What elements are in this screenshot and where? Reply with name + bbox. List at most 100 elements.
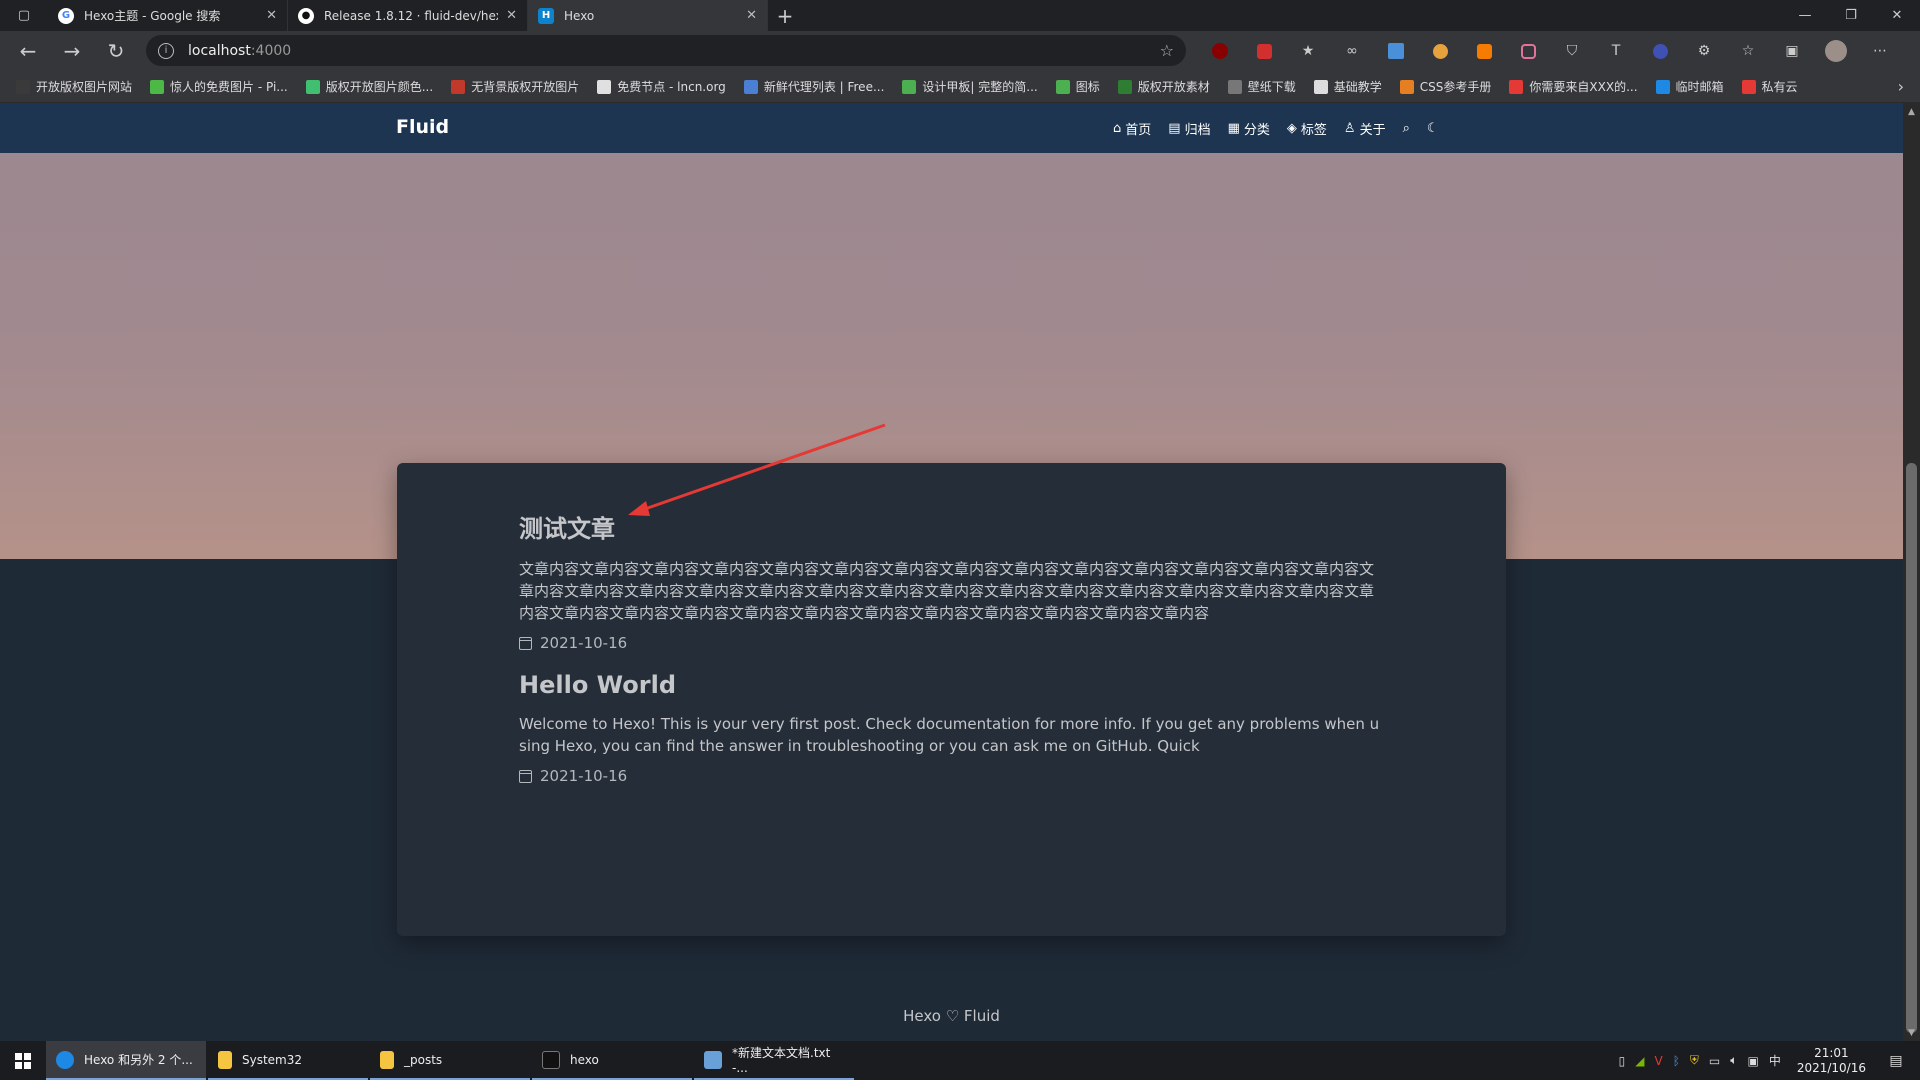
shield-extension-icon[interactable]: ⛉ <box>1557 37 1587 65</box>
browser-tab[interactable]: ● Release 1.8.12 · fluid-dev/hexo-t ✕ <box>288 0 528 31</box>
site-info-icon[interactable]: i <box>158 42 174 59</box>
bookmarks-overflow-icon[interactable]: › <box>1898 77 1904 96</box>
translate-extension-icon[interactable] <box>1381 37 1411 65</box>
taskbar-app-notepad[interactable]: *新建文本文档.txt -... <box>694 1041 854 1080</box>
close-window-button[interactable]: ✕ <box>1874 0 1920 31</box>
add-favorite-icon[interactable]: ☆ <box>1160 41 1174 60</box>
k-extension-icon[interactable] <box>1645 37 1675 65</box>
dark-mode-toggle[interactable]: ☾ <box>1427 121 1439 136</box>
bookmark-item[interactable]: 版权开放图片颜色... <box>305 78 433 95</box>
system-clock[interactable]: 21:01 2021/10/16 <box>1797 1046 1866 1076</box>
forward-button[interactable]: → <box>50 35 94 67</box>
post-excerpt[interactable]: 文章内容文章内容文章内容文章内容文章内容文章内容文章内容文章内容文章内容文章内容… <box>519 558 1385 624</box>
post-title[interactable]: Hello World <box>519 671 1385 699</box>
bookmark-favicon-icon <box>1399 79 1414 94</box>
post-excerpt[interactable]: Welcome to Hexo! This is your very first… <box>519 713 1385 757</box>
nvidia-icon[interactable]: ◢ <box>1635 1054 1644 1068</box>
notification-center-icon[interactable]: ▤ <box>1884 1049 1908 1073</box>
bookmarks-bar: 开放版权图片网站 惊人的免费图片 - Pi... 版权开放图片颜色... 无背景版权开… <box>0 71 1920 103</box>
volume-icon[interactable]: 🔈︎ <box>1730 1053 1737 1068</box>
bookmark-item[interactable]: 壁纸下载 <box>1227 78 1296 95</box>
bookmark-item[interactable]: 基础教学 <box>1313 78 1382 95</box>
colorful-extension-icon[interactable] <box>1425 37 1455 65</box>
bookmark-item[interactable]: 版权开放素材 <box>1117 78 1210 95</box>
ublock-extension-icon[interactable] <box>1205 37 1235 65</box>
tab-title: Hexo <box>564 8 595 23</box>
bookmark-item[interactable]: 无背景版权开放图片 <box>451 78 579 95</box>
infinity-extension-icon[interactable]: ∞ <box>1337 37 1367 65</box>
taskbar-app-edge[interactable]: Hexo 和另外 2 个... <box>46 1041 206 1080</box>
bookmark-label: 私有云 <box>1761 80 1798 94</box>
tab-actions-icon[interactable]: ▢ <box>0 0 48 31</box>
fox-extension-icon[interactable] <box>1469 37 1499 65</box>
usb-icon[interactable]: ▯ <box>1619 1054 1626 1068</box>
favorites-icon[interactable]: ☆ <box>1733 37 1763 65</box>
puzzle-extensions-icon[interactable]: ⚙ <box>1689 37 1719 65</box>
menu-item-about[interactable]: ♙ 关于 <box>1344 119 1386 138</box>
bookmark-item[interactable]: CSS参考手册 <box>1399 78 1491 95</box>
scroll-thumb[interactable] <box>1906 463 1917 1033</box>
bookmark-item[interactable]: 图标 <box>1055 78 1100 95</box>
browser-tab-bar: ▢ G Hexo主题 - Google 搜索 ✕ ● Release 1.8.1… <box>0 0 1920 31</box>
windows-start-button[interactable] <box>0 1041 46 1080</box>
security-icon[interactable]: ⛨ <box>1690 1053 1699 1068</box>
close-tab-icon[interactable]: ✕ <box>506 8 517 23</box>
browser-tab[interactable]: G Hexo主题 - Google 搜索 ✕ <box>48 0 288 31</box>
network-icon[interactable]: ▣ <box>1747 1054 1758 1068</box>
reload-button[interactable]: ↻ <box>94 35 138 67</box>
menu-item-label: 关于 <box>1359 123 1386 138</box>
menu-item-label: 归档 <box>1184 123 1211 138</box>
close-tab-icon[interactable]: ✕ <box>266 8 277 23</box>
menu-item-category[interactable]: ▦ 分类 <box>1228 119 1270 138</box>
bookmark-item[interactable]: 惊人的免费图片 - Pi... <box>150 78 288 95</box>
battery-icon[interactable]: ▭ <box>1709 1054 1720 1068</box>
bookmark-label: 版权开放素材 <box>1137 80 1210 94</box>
menu-item-archive[interactable]: ▤ 归档 <box>1168 119 1210 138</box>
browser-tab-active[interactable]: H Hexo ✕ <box>528 0 768 31</box>
bookmark-item[interactable]: 私有云 <box>1741 78 1798 95</box>
bookmark-favicon-icon <box>16 79 30 94</box>
menu-item-tag[interactable]: ◈ 标签 <box>1287 119 1327 138</box>
bookmark-item[interactable]: 开放版权图片网站 <box>16 78 132 95</box>
cat-extension-icon[interactable] <box>1513 37 1543 65</box>
taskbar-app-explorer[interactable]: _posts <box>370 1041 530 1080</box>
bluetooth-icon[interactable]: ᛒ <box>1673 1054 1680 1068</box>
post-item: Hello World Welcome to Hexo! This is you… <box>519 671 1385 785</box>
post-title[interactable]: 测试文章 <box>519 509 1385 544</box>
bookmark-label: 设计甲板| 完整的简... <box>922 80 1038 94</box>
more-menu-icon[interactable]: ⋯ <box>1865 37 1895 65</box>
bookmark-item[interactable]: 新鲜代理列表 | Free... <box>743 78 884 95</box>
restore-button[interactable]: ❐ <box>1828 0 1874 31</box>
text-extension-icon[interactable]: T <box>1601 37 1631 65</box>
back-button[interactable]: ← <box>6 35 50 67</box>
bookmark-item[interactable]: 临时邮箱 <box>1655 78 1724 95</box>
scroll-up-arrow[interactable]: ▲ <box>1903 103 1920 120</box>
bookmark-item[interactable]: 免费节点 - lncn.org <box>597 78 726 95</box>
bookmark-item[interactable]: 设计甲板| 完整的简... <box>902 78 1038 95</box>
red-extension-icon[interactable] <box>1249 37 1279 65</box>
address-port: :4000 <box>250 42 292 59</box>
menu-item-home[interactable]: ⌂ 首页 <box>1113 119 1151 138</box>
category-icon: ▦ <box>1227 121 1240 136</box>
site-brand[interactable]: Fluid <box>396 116 449 138</box>
bookmark-item[interactable]: 你需要来自XXX的... <box>1509 78 1638 95</box>
profile-avatar[interactable] <box>1821 37 1851 65</box>
star-extension-icon[interactable]: ★ <box>1293 37 1323 65</box>
collections-icon[interactable]: ▣ <box>1777 37 1807 65</box>
taskbar-app-terminal[interactable]: hexo <box>532 1041 692 1080</box>
tab-bar-spacer <box>802 0 1782 31</box>
taskbar-app-label: *新建文本文档.txt -... <box>732 1046 831 1075</box>
calendar-icon <box>519 636 532 650</box>
taskbar-app-explorer[interactable]: System32 <box>208 1041 368 1080</box>
close-tab-icon[interactable]: ✕ <box>746 8 757 23</box>
antivirus-icon[interactable]: V <box>1654 1054 1662 1068</box>
new-tab-button[interactable]: + <box>768 0 802 31</box>
post-date: 2021-10-16 <box>540 634 628 652</box>
search-button[interactable]: ⌕ <box>1403 121 1410 136</box>
scroll-down-arrow[interactable]: ▼ <box>1903 1024 1920 1041</box>
ime-indicator[interactable]: 中 <box>1769 1052 1781 1069</box>
minimize-button[interactable]: — <box>1782 0 1828 31</box>
address-bar[interactable]: i localhost :4000 ☆ <box>146 35 1186 66</box>
menu-item-label: 首页 <box>1125 123 1152 138</box>
page-scrollbar[interactable]: ▲ ▼ <box>1903 103 1920 1041</box>
